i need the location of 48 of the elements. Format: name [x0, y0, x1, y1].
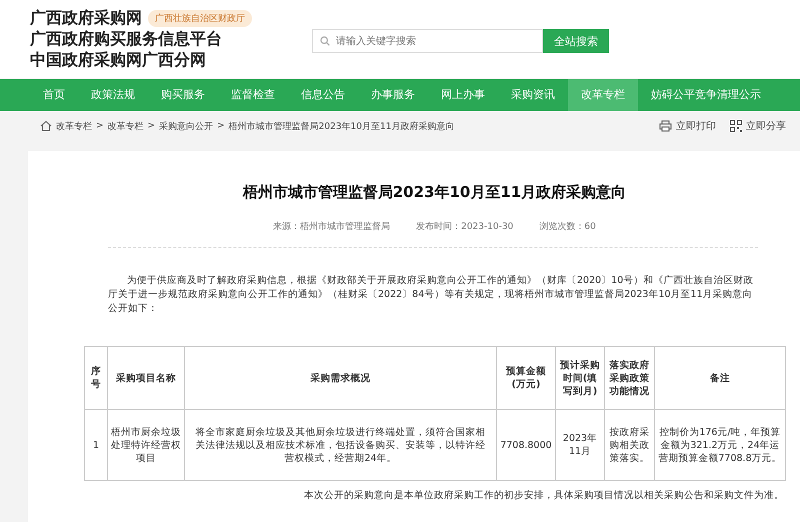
share-link[interactable]: 立即分享	[730, 119, 786, 133]
article-meta: 来源：梧州市城市管理监督局	[273, 220, 390, 233]
nav-item[interactable]: 妨碍公平竞争清理公示	[638, 79, 774, 111]
breadcrumb-link[interactable]: 改革专栏	[56, 120, 92, 132]
printer-icon	[659, 120, 672, 132]
table-cell: 将全市家庭厨余垃圾及其他厨余垃圾进行终端处置，须符合国家相关法律法规以及相应技术标准，包括设备购买、安装等，以特许经营权模式，经营期24年。	[184, 410, 496, 480]
table-cell: 7708.8000	[496, 410, 556, 480]
print-link[interactable]: 立即打印	[659, 119, 716, 133]
intro-paragraph: 为便于供应商及时了解政府采购信息，根据《财政部关于开展政府采购意向公开工作的通知》（财库〔2020〕10号）和《广西壮族自治区财政厅关于进一步规范政府采购意向公开工作的通知》（桂财采〔2022〕84号）等有关规定，现将梧州市城市管理监督局2023年10月至11月采购意向公开如下：	[108, 274, 754, 316]
nav-item[interactable]: 购买服务	[148, 79, 218, 111]
department-badge: 广西壮族自治区财政厅	[148, 10, 252, 26]
site-name: 广西政府购买服务信息平台	[30, 29, 223, 49]
search-field[interactable]: 请输入关键字搜索	[312, 29, 543, 53]
breadcrumb-separator: >	[148, 121, 156, 131]
table-cell: 控制价为176元/吨，年预算金额为321.2万元，24年运营期预算金额7708.8万元。	[654, 410, 786, 480]
nav-item[interactable]: 信息公告	[288, 79, 358, 111]
breadcrumb-link[interactable]: 改革专栏	[108, 120, 144, 132]
nav-item[interactable]: 采购资讯	[498, 79, 568, 111]
home-icon[interactable]	[40, 120, 52, 132]
article-title: 梧州市城市管理监督局2023年10月至11月政府采购意向	[242, 183, 628, 202]
table-cell: 按政府采购相关政策落实。	[604, 410, 654, 480]
nav-item[interactable]: 办事服务	[358, 79, 428, 111]
article-meta: 发布时间：2023-10-30	[416, 220, 514, 233]
table-cell: 2023年11月	[556, 410, 604, 480]
column-header: 序号	[84, 346, 108, 410]
breadcrumb-link[interactable]: 采购意向公开	[159, 120, 214, 132]
search-button[interactable]: 全站搜索	[543, 29, 609, 53]
table-cell: 梧州市厨余垃圾处理特许经营权项目	[108, 410, 184, 480]
breadcrumb-separator: >	[96, 121, 104, 131]
qr-code-icon	[730, 120, 742, 132]
column-header: 预算金额(万元)	[496, 346, 556, 410]
nav-item[interactable]: 监督检查	[218, 79, 288, 111]
site-name: 中国政府采购网广西分网	[30, 50, 207, 70]
breadcrumb-link[interactable]: 梧州市城市管理监督局2023年10月至11月政府采购意向	[228, 120, 454, 132]
nav-item[interactable]: 政策法规	[78, 79, 148, 111]
breadcrumb-separator: >	[217, 121, 225, 131]
nav-item[interactable]: 首页	[30, 79, 78, 111]
nav-item[interactable]: 改革专栏	[568, 79, 638, 111]
column-header: 采购需求概况	[184, 346, 496, 410]
column-header: 备注	[654, 346, 786, 410]
nav-item[interactable]: 网上办事	[428, 79, 498, 111]
column-header: 采购项目名称	[108, 346, 184, 410]
article-meta: 浏览次数：60	[539, 220, 596, 233]
column-header: 预计采购时间(填写到月)	[556, 346, 604, 410]
column-header: 落实政府采购政策功能情况	[604, 346, 654, 410]
site-name: 广西政府采购网	[30, 8, 142, 28]
table-cell: 1	[84, 410, 108, 480]
footnote: 本次公开的采购意向是本单位政府采购工作的初步安排，具体采购项目情况以相关采购公告和采购文件为准。	[303, 489, 784, 502]
